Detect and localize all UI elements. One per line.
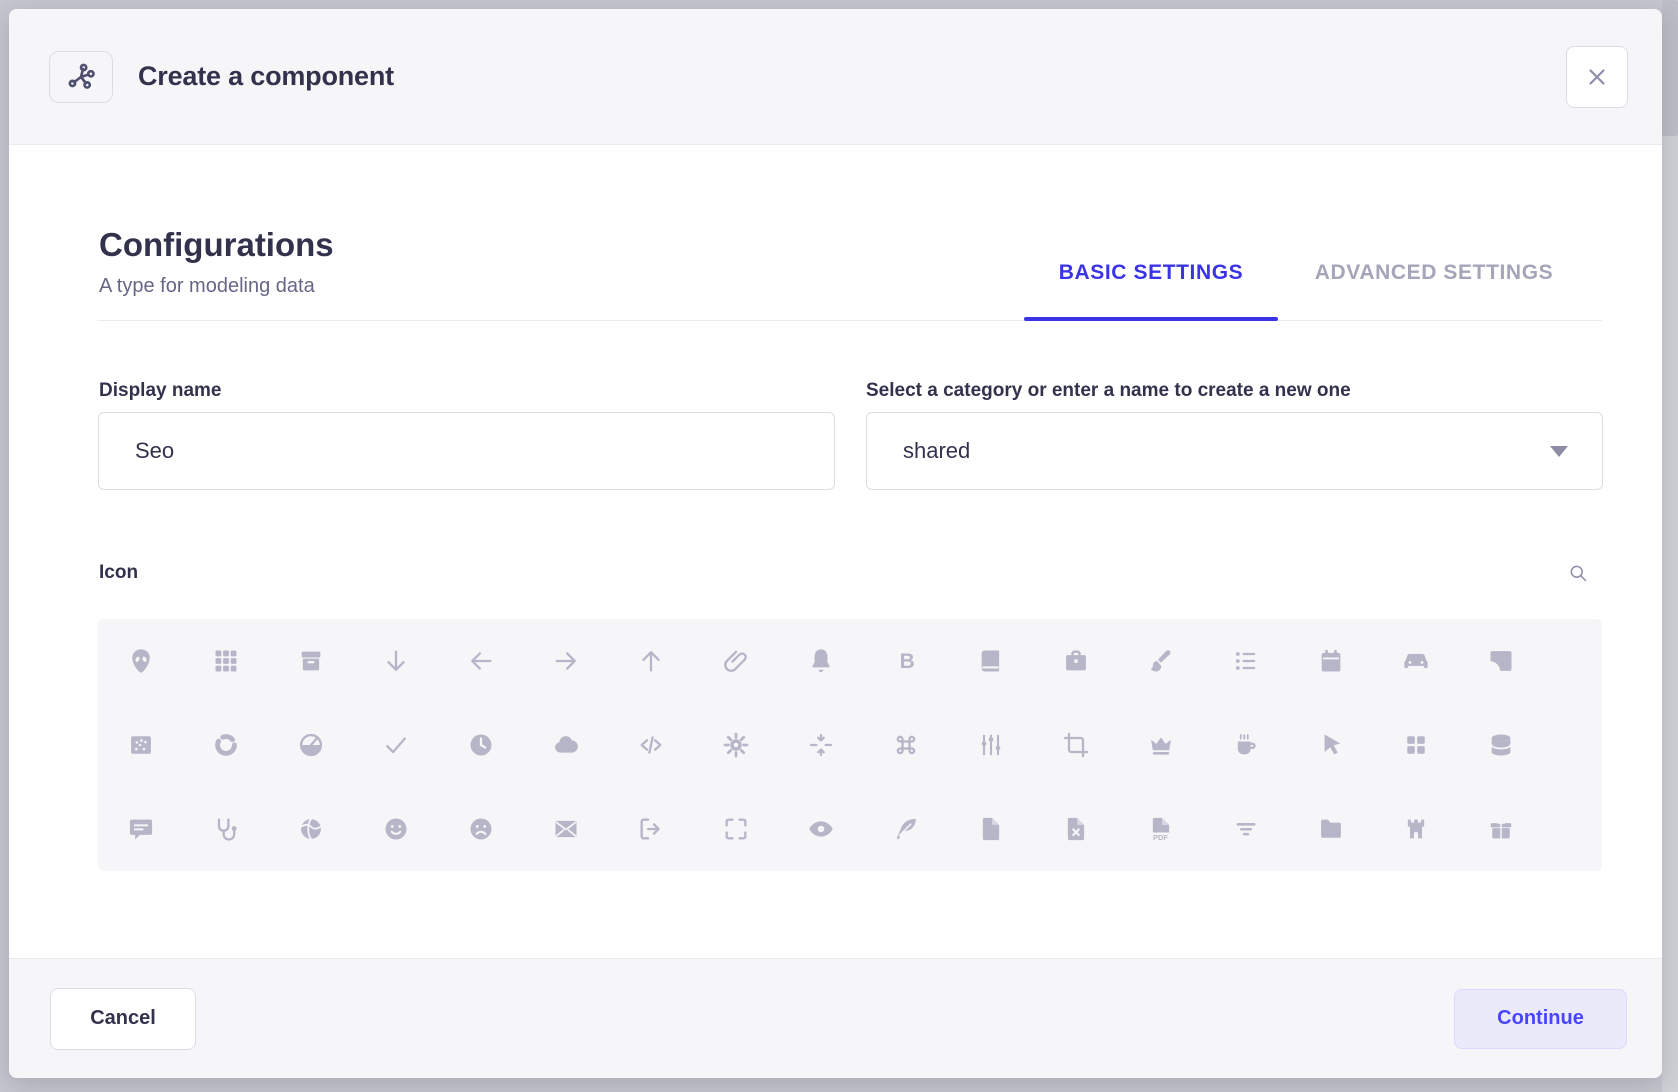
tab-advanced-settings[interactable]: ADVANCED SETTINGS — [1299, 261, 1569, 285]
folder-icon[interactable] — [1288, 787, 1373, 871]
gate-icon[interactable] — [1373, 787, 1458, 871]
page-scrollbar-track — [1662, 0, 1678, 1092]
arrow-down-icon[interactable] — [353, 619, 438, 703]
chart-pie-icon[interactable] — [268, 703, 353, 787]
feather-icon[interactable] — [863, 787, 948, 871]
arrow-left-icon[interactable] — [438, 619, 523, 703]
tabs-divider — [97, 320, 1602, 321]
page-title: Configurations — [99, 225, 334, 265]
gift-icon[interactable] — [1458, 787, 1543, 871]
svg-text:PDF: PDF — [1153, 833, 1168, 842]
archive-icon[interactable] — [268, 619, 353, 703]
bell-icon[interactable] — [778, 619, 863, 703]
emotion-happy-icon[interactable] — [353, 787, 438, 871]
calendar-icon[interactable] — [1288, 619, 1373, 703]
brush-icon[interactable] — [1118, 619, 1203, 703]
section-heading: Configurations A type for modeling data — [99, 225, 334, 299]
command-icon[interactable] — [863, 703, 948, 787]
cursor-icon[interactable] — [1288, 703, 1373, 787]
file-icon[interactable] — [948, 787, 1033, 871]
expand-icon[interactable] — [693, 787, 778, 871]
car-icon[interactable] — [1373, 619, 1458, 703]
icon-section-label: Icon — [99, 560, 138, 586]
briefcase-icon[interactable] — [1033, 619, 1118, 703]
apps-icon[interactable] — [183, 619, 268, 703]
database-icon[interactable] — [1458, 703, 1543, 787]
page-scrollbar-thumb[interactable] — [1662, 0, 1678, 136]
bullet-list-icon[interactable] — [1203, 619, 1288, 703]
tab-basic-settings[interactable]: BASIC SETTINGS — [1024, 261, 1278, 285]
close-button[interactable] — [1566, 46, 1628, 108]
cancel-button[interactable]: Cancel — [50, 988, 196, 1050]
display-name-label: Display name — [99, 378, 222, 404]
create-component-modal: Create a component Configurations A type… — [9, 9, 1662, 1078]
modal-footer: Cancel Continue — [9, 958, 1662, 1078]
bold-icon[interactable]: B — [863, 619, 948, 703]
doctor-icon[interactable] — [183, 787, 268, 871]
dashboard-icon[interactable] — [1373, 703, 1458, 787]
earth-icon[interactable] — [268, 787, 353, 871]
emotion-unhappy-icon[interactable] — [438, 787, 523, 871]
display-name-input[interactable] — [99, 413, 834, 489]
cast-icon[interactable] — [1458, 619, 1543, 703]
cup-icon[interactable] — [1203, 703, 1288, 787]
category-label: Select a category or enter a name to cre… — [866, 378, 1351, 404]
attachment-icon[interactable] — [693, 619, 778, 703]
eye-icon[interactable] — [778, 787, 863, 871]
file-pdf-icon[interactable]: PDF — [1118, 787, 1203, 871]
page-overlay: Create a component Configurations A type… — [0, 0, 1678, 1092]
file-error-icon[interactable] — [1033, 787, 1118, 871]
filter-icon[interactable] — [1203, 787, 1288, 871]
code-icon[interactable] — [608, 703, 693, 787]
cog-icon[interactable] — [693, 703, 778, 787]
crown-icon[interactable] — [1118, 703, 1203, 787]
icon-picker-grid: B PDF — [98, 619, 1602, 871]
book-icon[interactable] — [948, 619, 1033, 703]
envelop-icon[interactable] — [523, 787, 608, 871]
svg-text:B: B — [899, 650, 914, 673]
active-tab-underline — [1024, 317, 1278, 321]
clock-icon[interactable] — [438, 703, 523, 787]
search-icon[interactable] — [1562, 557, 1594, 589]
display-name-field-wrap — [98, 412, 835, 490]
chevron-down-icon — [1550, 446, 1568, 457]
check-icon[interactable] — [353, 703, 438, 787]
category-select[interactable]: shared — [866, 412, 1603, 490]
chart-bubble-icon[interactable] — [98, 703, 183, 787]
continue-button[interactable]: Continue — [1454, 989, 1627, 1049]
chart-circle-icon[interactable] — [183, 703, 268, 787]
modal-title: Create a component — [138, 61, 394, 92]
discuss-icon[interactable] — [98, 787, 183, 871]
alien-icon[interactable] — [98, 619, 183, 703]
page-subtitle: A type for modeling data — [99, 273, 334, 299]
collapse-icon[interactable] — [778, 703, 863, 787]
connector-icon[interactable] — [948, 703, 1033, 787]
component-icon — [49, 51, 113, 103]
exit-icon[interactable] — [608, 787, 693, 871]
cloud-icon[interactable] — [523, 703, 608, 787]
arrow-up-icon[interactable] — [608, 619, 693, 703]
close-icon — [1584, 64, 1610, 90]
modal-header: Create a component — [9, 9, 1662, 145]
arrow-right-icon[interactable] — [523, 619, 608, 703]
category-selected-value: shared — [867, 438, 970, 464]
crop-icon[interactable] — [1033, 703, 1118, 787]
